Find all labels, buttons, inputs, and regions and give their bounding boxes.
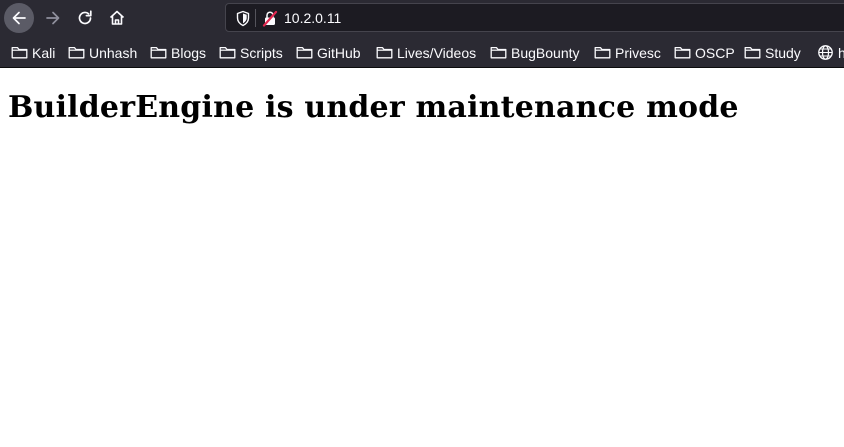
folder-icon (219, 46, 236, 59)
folder-icon (674, 46, 691, 59)
folder-icon (376, 46, 393, 59)
url-text[interactable]: 10.2.0.11 (284, 9, 341, 27)
globe-icon (818, 45, 833, 60)
page-content: BuilderEngine is under maintenance mode (0, 68, 844, 447)
browser-chrome: 10.2.0.11 Kali Unhash Blogs Scripts GitHub Li… (0, 0, 844, 68)
bookmark-label: Privesc (615, 44, 661, 61)
arrow-left-icon (12, 11, 26, 25)
bookmark-h[interactable]: h (817, 38, 844, 67)
reload-icon (78, 10, 92, 25)
bookmark-label: GitHub (317, 44, 361, 61)
bookmarks-toolbar: Kali Unhash Blogs Scripts GitHub Lives/Videos… (0, 38, 844, 67)
bookmark-oscp[interactable]: OSCP (674, 38, 735, 67)
bookmark-scripts[interactable]: Scripts (219, 38, 283, 67)
bookmark-label: Unhash (89, 44, 138, 61)
page-heading: BuilderEngine is under maintenance mode (8, 90, 739, 125)
arrow-right-icon (46, 11, 60, 25)
forward-button[interactable] (38, 3, 68, 33)
bookmark-kali[interactable]: Kali (11, 38, 55, 67)
folder-icon (296, 46, 313, 59)
home-button[interactable] (102, 3, 132, 33)
folder-icon (68, 46, 85, 59)
shield-icon[interactable] (235, 10, 251, 27)
bookmark-bugbounty[interactable]: BugBounty (490, 38, 580, 67)
back-button[interactable] (4, 3, 34, 33)
bookmark-label: Lives/Videos (397, 44, 477, 61)
folder-icon (744, 46, 761, 59)
bookmark-label: OSCP (695, 44, 735, 61)
bookmark-study[interactable]: Study (744, 38, 801, 67)
bookmark-privesc[interactable]: Privesc (594, 38, 661, 67)
bookmark-blogs[interactable]: Blogs (150, 38, 206, 67)
bookmark-label: Kali (32, 44, 56, 61)
folder-icon (594, 46, 611, 59)
navigation-toolbar: 10.2.0.11 (0, 0, 844, 36)
bookmark-label: BugBounty (511, 44, 580, 61)
reload-button[interactable] (70, 3, 100, 33)
address-bar[interactable]: 10.2.0.11 (225, 3, 844, 32)
bookmark-github[interactable]: GitHub (296, 38, 361, 67)
url-separator (255, 9, 256, 27)
bookmark-label: Blogs (171, 44, 207, 61)
folder-icon (150, 46, 167, 59)
bookmark-lives-videos[interactable]: Lives/Videos (376, 38, 476, 67)
bookmark-label: Scripts (240, 44, 283, 61)
bookmark-label: h (838, 44, 844, 61)
bookmark-label: Study (765, 44, 801, 61)
insecure-lock-icon[interactable] (262, 10, 278, 27)
folder-icon (11, 46, 28, 59)
home-icon (109, 10, 125, 25)
bookmark-unhash[interactable]: Unhash (68, 38, 137, 67)
folder-icon (490, 46, 507, 59)
